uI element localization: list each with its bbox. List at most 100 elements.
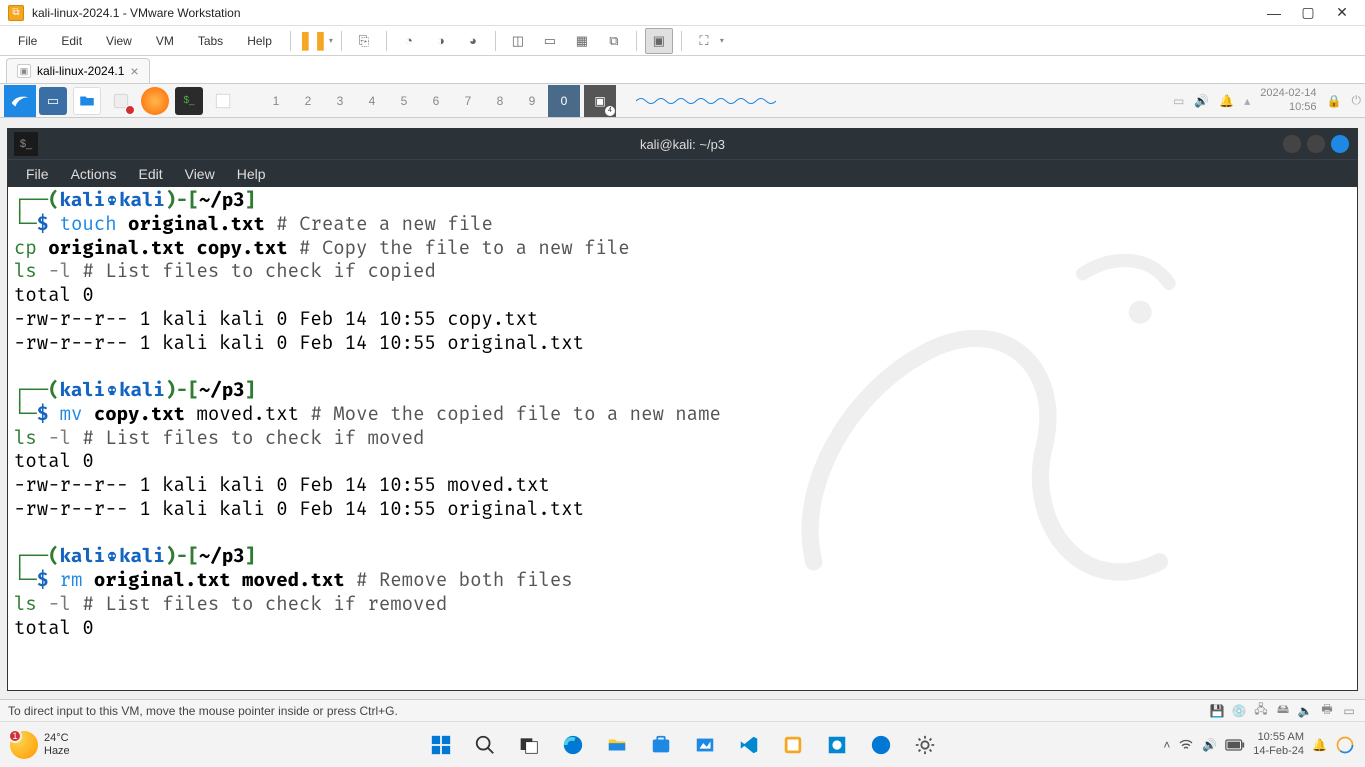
terminal-menu-file[interactable]: File (16, 162, 59, 186)
taskbar-start-button[interactable] (422, 726, 460, 764)
terminal-menu-help[interactable]: Help (227, 162, 276, 186)
app-firefox-icon[interactable] (141, 87, 169, 115)
power-dropdown[interactable]: ▾ (329, 36, 333, 45)
app-terminal-icon[interactable]: $_ (175, 87, 203, 115)
workspace-2[interactable]: 2 (292, 85, 324, 117)
layout-single-button[interactable]: ▭ (536, 28, 564, 54)
app-files-icon[interactable] (73, 87, 101, 115)
taskbar-settings-icon[interactable] (906, 726, 944, 764)
workspace-terminal-indicator[interactable]: ▣ 4 (584, 85, 616, 117)
menu-view[interactable]: View (96, 30, 142, 52)
taskbar-vmware-icon[interactable] (774, 726, 812, 764)
screen-record-icon[interactable]: ▭ (1173, 94, 1184, 108)
vmware-statusbar: To direct input to this VM, move the mou… (0, 699, 1365, 721)
terminal-close-button[interactable] (1331, 135, 1349, 153)
network-icon[interactable]: ▴ (1244, 94, 1250, 108)
taskbar-clock[interactable]: 10:55 AM 14-Feb-24 (1253, 731, 1304, 757)
status-sound-icon[interactable]: 🔈 (1297, 703, 1313, 719)
workspace-4[interactable]: 4 (356, 85, 388, 117)
terminal-maximize-button[interactable] (1307, 135, 1325, 153)
taskbar-explorer-icon[interactable] (598, 726, 636, 764)
send-ctrl-alt-del-button[interactable]: ⎘ (350, 28, 378, 54)
terminal-minimize-button[interactable] (1283, 135, 1301, 153)
close-button[interactable]: ✕ (1327, 3, 1357, 23)
taskbar-vscode-icon[interactable] (730, 726, 768, 764)
layout-split-button[interactable]: ◫ (504, 28, 532, 54)
vm-tab-label: kali-linux-2024.1 (37, 64, 124, 78)
taskbar-search-button[interactable] (466, 726, 504, 764)
vmware-logo-icon: ⧉ (8, 5, 24, 21)
terminal-menu-edit[interactable]: Edit (128, 162, 172, 186)
workspace-6[interactable]: 6 (420, 85, 452, 117)
workspace-9[interactable]: 9 (516, 85, 548, 117)
vm-tab[interactable]: ▣ kali-linux-2024.1 × (6, 58, 150, 83)
output-line: total 0 (14, 450, 1351, 474)
app-generic-icon[interactable] (107, 87, 135, 115)
tray-battery-icon[interactable] (1225, 739, 1245, 751)
terminal-titlebar[interactable]: $_ kali@kali: ~/p3 (8, 129, 1357, 159)
workspace-8[interactable]: 8 (484, 85, 516, 117)
taskbar-taskview-button[interactable] (510, 726, 548, 764)
audio-visualizer-icon (636, 96, 776, 106)
maximize-button[interactable]: ▢ (1293, 3, 1323, 23)
output-line: ls -l # List files to check if copied (14, 260, 1351, 284)
layout-grid-button[interactable]: ▦ (568, 28, 596, 54)
workspace-5[interactable]: 5 (388, 85, 420, 117)
menu-help[interactable]: Help (237, 30, 282, 52)
workspace-3[interactable]: 3 (324, 85, 356, 117)
fullscreen-dropdown[interactable]: ▾ (720, 36, 724, 45)
notifications-icon[interactable]: 🔔 (1219, 94, 1234, 108)
terminal-menu-view[interactable]: View (175, 162, 225, 186)
output-line: -rw-r--r-- 1 kali kali 0 Feb 14 10:55 or… (14, 332, 1351, 356)
windows-taskbar: 1 24°C Haze ˄ 🔊 10:55 AM 14-Feb-24 🔔 (0, 721, 1365, 767)
status-net-icon[interactable]: 🖧 (1253, 703, 1269, 719)
taskbar-store-icon[interactable] (642, 726, 680, 764)
taskbar-photos-icon[interactable] (686, 726, 724, 764)
taskbar-edge2-icon[interactable] (862, 726, 900, 764)
status-printer-icon[interactable]: 🖶 (1319, 703, 1335, 719)
tray-wifi-icon[interactable] (1178, 737, 1194, 753)
tray-chevron-icon[interactable]: ˄ (1163, 738, 1170, 752)
menu-vm[interactable]: VM (146, 30, 184, 52)
app-desktop-icon[interactable]: ▭ (39, 87, 67, 115)
app-editor-icon[interactable] (209, 87, 237, 115)
status-cd-icon[interactable]: 💿 (1231, 703, 1247, 719)
terminal-window-count-badge: 4 (605, 106, 615, 116)
menu-edit[interactable]: Edit (51, 30, 92, 52)
menu-tabs[interactable]: Tabs (188, 30, 233, 52)
workspace-1[interactable]: 1 (260, 85, 292, 117)
vm-tab-close-button[interactable]: × (130, 63, 138, 79)
output-line: cp original.txt copy.txt # Copy the file… (14, 237, 1351, 261)
panel-clock[interactable]: 2024-02-14 10:56 (1260, 87, 1316, 113)
power-icon[interactable]: ⏻ (1352, 93, 1362, 108)
tray-copilot-icon[interactable] (1335, 735, 1355, 755)
taskbar-edge-icon[interactable] (554, 726, 592, 764)
tray-notification-icon[interactable]: 🔔 (1312, 738, 1327, 752)
taskbar-weather-text[interactable]: 24°C Haze (44, 732, 70, 756)
snapshot-revert-button[interactable]: ◑ (427, 28, 455, 54)
menu-file[interactable]: File (8, 30, 47, 52)
status-hdd-icon[interactable]: 💾 (1209, 703, 1225, 719)
snapshot-manager-button[interactable]: ◕ (459, 28, 487, 54)
tray-volume-icon[interactable]: 🔊 (1202, 738, 1217, 752)
volume-icon[interactable]: 🔊 (1194, 94, 1209, 108)
unity-mode-button[interactable]: ⧉ (600, 28, 628, 54)
status-usb-icon[interactable]: 🖴 (1275, 703, 1291, 719)
prompt-line-top: ┌──(kalikali)-[~/p3] (14, 379, 1351, 403)
workspace-7[interactable]: 7 (452, 85, 484, 117)
pause-vm-button[interactable]: ❚❚ (299, 28, 327, 54)
minimize-button[interactable]: — (1259, 3, 1289, 23)
taskbar-paint-icon[interactable] (818, 726, 856, 764)
kali-menu-button[interactable] (4, 85, 36, 117)
snapshot-take-button[interactable]: ◔ (395, 28, 423, 54)
output-line: -rw-r--r-- 1 kali kali 0 Feb 14 10:55 co… (14, 308, 1351, 332)
console-view-button[interactable]: ▣ (645, 28, 673, 54)
fullscreen-button[interactable]: ⛶ (690, 28, 718, 54)
taskbar-weather-icon[interactable]: 1 (10, 731, 38, 759)
status-display-icon[interactable]: ▭ (1341, 703, 1357, 719)
prompt-line-cmd: └─$ touch original.txt # Create a new fi… (14, 213, 1351, 237)
workspace-0[interactable]: 0 (548, 85, 580, 117)
terminal-menu-actions[interactable]: Actions (61, 162, 127, 186)
terminal-body[interactable]: ┌──(kalikali)-[~/p3] └─$ touch original.t… (8, 187, 1357, 690)
lock-icon[interactable]: 🔒 (1327, 94, 1342, 108)
